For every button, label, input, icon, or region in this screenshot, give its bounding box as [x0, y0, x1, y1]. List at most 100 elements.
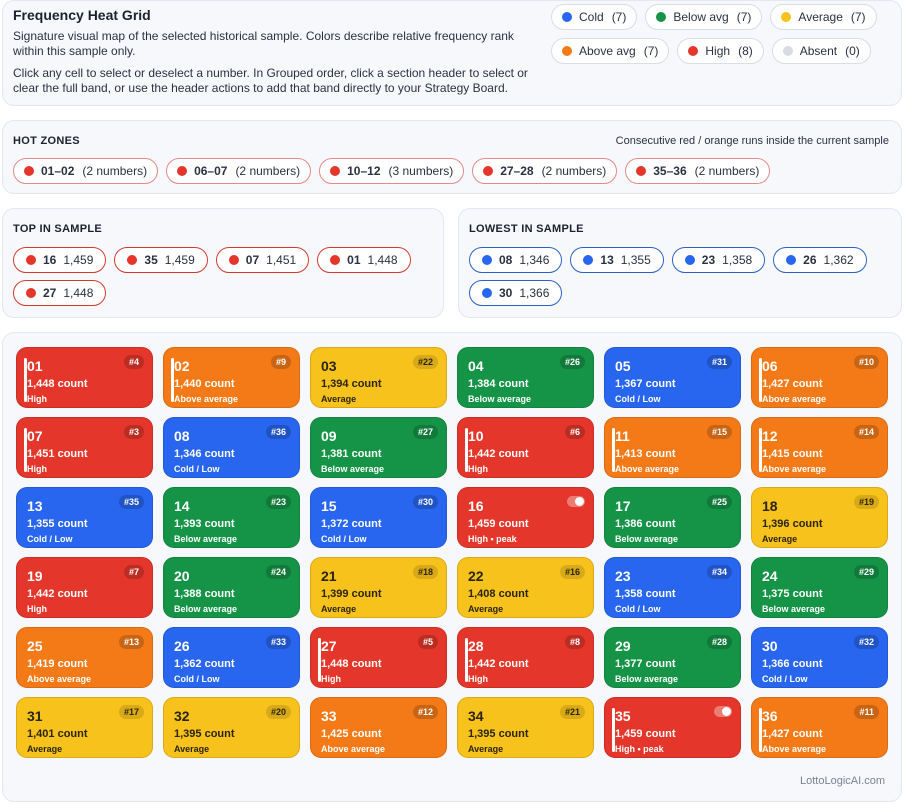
cell-band-label: Above average	[762, 394, 827, 404]
number-cell-19[interactable]: 19 1,442 count High #7	[16, 557, 153, 618]
cell-rank-badge: #3	[123, 425, 144, 439]
cell-count: 1,396 count	[762, 518, 823, 530]
top-in-sample-chip[interactable]: 01 1,448	[317, 247, 411, 273]
number-cell-01[interactable]: 01 1,448 count High #4	[16, 347, 153, 408]
number-cell-32[interactable]: 32 1,395 count Average #20	[163, 697, 300, 758]
cell-rank-badge: #5	[417, 635, 438, 649]
cell-band-label: Average	[321, 604, 357, 614]
hot-zone-chip[interactable]: 10–12 (3 numbers)	[319, 158, 465, 184]
cell-rank-badge: #16	[559, 565, 585, 579]
number-cell-24[interactable]: 24 1,375 count Below average #29	[751, 557, 888, 618]
hot-zone-chip[interactable]: 01–02 (2 numbers)	[13, 158, 159, 184]
legend-count: (0)	[845, 44, 860, 58]
number-cell-02[interactable]: 02 1,440 count Above average #9	[163, 347, 300, 408]
number-cell-07[interactable]: 07 1,451 count High #3	[16, 417, 153, 478]
cell-count: 1,366 count	[762, 658, 823, 670]
number-cell-25[interactable]: 25 1,419 count Above average #13	[16, 627, 153, 688]
number-cell-22[interactable]: 22 1,408 count Average #16	[457, 557, 594, 618]
cell-rank-badge: #13	[118, 635, 144, 649]
cell-number: 05	[615, 358, 631, 374]
number-cell-36[interactable]: 36 1,427 count Above average #11	[751, 697, 888, 758]
cell-rank-badge: #27	[412, 425, 438, 439]
top-in-sample-chip[interactable]: 07 1,451	[215, 247, 310, 273]
cell-count: 1,362 count	[174, 658, 235, 670]
blue-dot-icon	[684, 255, 695, 265]
cell-rank-badge: #33	[265, 635, 291, 649]
number-cell-16[interactable]: 16 1,459 count High • peak	[457, 487, 594, 548]
hot-zone-chip[interactable]: 35–36 (2 numbers)	[625, 158, 771, 184]
number-cell-15[interactable]: 15 1,372 count Cold / Low #30	[310, 487, 447, 548]
cell-number: 26	[174, 638, 190, 654]
top-in-sample-chip[interactable]: 27 1,448	[13, 280, 107, 306]
legend-chip-above-avg[interactable]: Above avg (7)	[551, 38, 670, 64]
cell-rank-badge: #25	[706, 495, 732, 509]
number-cell-21[interactable]: 21 1,399 count Average #18	[310, 557, 447, 618]
hot-zones-panel: HOT ZONES Consecutive red / orange runs …	[2, 120, 902, 194]
number-cell-05[interactable]: 05 1,367 count Cold / Low #31	[604, 347, 741, 408]
number-cell-18[interactable]: 18 1,396 count Average #19	[751, 487, 888, 548]
cell-number: 36	[762, 708, 778, 724]
chip-number: 13	[600, 253, 614, 267]
number-cell-13[interactable]: 13 1,355 count Cold / Low #35	[16, 487, 153, 548]
number-cell-11[interactable]: 11 1,413 count Above average #15	[604, 417, 741, 478]
legend-count: (7)	[611, 10, 627, 24]
peak-toggle-icon	[714, 706, 732, 717]
number-cell-30[interactable]: 30 1,366 count Cold / Low #32	[751, 627, 888, 688]
cell-rank-badge: #29	[853, 565, 879, 579]
chip-number: 07	[245, 253, 260, 267]
cell-number: 16	[468, 498, 484, 514]
number-cell-33[interactable]: 33 1,425 count Above average #12	[310, 697, 447, 758]
cell-count: 1,388 count	[174, 588, 235, 600]
number-cell-10[interactable]: 10 1,442 count High #6	[457, 417, 594, 478]
lowest-in-sample-chip[interactable]: 23 1,358	[671, 247, 766, 273]
legend-chip-cold[interactable]: Cold (7)	[551, 4, 638, 30]
number-cell-26[interactable]: 26 1,362 count Cold / Low #33	[163, 627, 300, 688]
number-cell-20[interactable]: 20 1,388 count Below average #24	[163, 557, 300, 618]
chip-value: 1,451	[266, 253, 297, 267]
legend-chip-average[interactable]: Average (7)	[770, 4, 877, 30]
number-cell-35[interactable]: 35 1,459 count High • peak	[604, 697, 741, 758]
number-cell-12[interactable]: 12 1,415 count Above average #14	[751, 417, 888, 478]
cell-count: 1,413 count	[615, 448, 676, 460]
number-cell-28[interactable]: 28 1,442 count High #8	[457, 627, 594, 688]
cell-number: 01	[27, 358, 43, 374]
top-in-sample-chip[interactable]: 35 1,459	[114, 247, 208, 273]
hot-zone-chip[interactable]: 06–07 (2 numbers)	[166, 158, 312, 184]
lowest-in-sample-chip[interactable]: 08 1,346	[469, 247, 563, 273]
number-cell-06[interactable]: 06 1,427 count Above average #10	[751, 347, 888, 408]
number-cell-08[interactable]: 08 1,346 count Cold / Low #36	[163, 417, 300, 478]
legend-chip-high[interactable]: High (8)	[677, 38, 764, 64]
number-cell-27[interactable]: 27 1,448 count High #5	[310, 627, 447, 688]
cell-band-label: Below average	[468, 394, 532, 404]
legend-label: High	[705, 44, 731, 58]
cell-number: 35	[615, 708, 631, 724]
hot-zones-note: Consecutive red / orange runs inside the…	[615, 135, 889, 147]
number-cell-34[interactable]: 34 1,395 count Average #21	[457, 697, 594, 758]
cell-band-label: Below average	[615, 534, 679, 544]
lowest-in-sample-chip[interactable]: 26 1,362	[773, 247, 867, 273]
cell-count: 1,442 count	[468, 658, 529, 670]
number-cell-09[interactable]: 09 1,381 count Below average #27	[310, 417, 447, 478]
number-cell-31[interactable]: 31 1,401 count Average #17	[16, 697, 153, 758]
red-dot-icon	[26, 288, 36, 298]
legend-dot-icon	[562, 12, 572, 22]
number-cell-04[interactable]: 04 1,384 count Below average #26	[457, 347, 594, 408]
number-cell-23[interactable]: 23 1,358 count Cold / Low #34	[604, 557, 741, 618]
cell-band-label: High	[321, 674, 341, 684]
legend-chip-absent[interactable]: Absent (0)	[771, 38, 871, 64]
cell-band-label: Above average	[321, 744, 386, 754]
top-in-sample-chip[interactable]: 16 1,459	[13, 247, 107, 273]
legend-chip-below-avg[interactable]: Below avg (7)	[645, 4, 763, 30]
cell-band-label: Cold / Low	[321, 534, 367, 544]
cell-rank-badge: #34	[706, 565, 732, 579]
cell-count: 1,459 count	[468, 518, 529, 530]
lowest-in-sample-chip[interactable]: 13 1,355	[570, 247, 664, 273]
hot-zone-count: (2 numbers)	[541, 164, 607, 178]
number-cell-14[interactable]: 14 1,393 count Below average #23	[163, 487, 300, 548]
number-cell-03[interactable]: 03 1,394 count Average #22	[310, 347, 447, 408]
lowest-in-sample-chip[interactable]: 30 1,366	[469, 280, 563, 306]
number-cell-17[interactable]: 17 1,386 count Below average #25	[604, 487, 741, 548]
number-cell-29[interactable]: 29 1,377 count Below average #28	[604, 627, 741, 688]
hot-zone-chip[interactable]: 27–28 (2 numbers)	[472, 158, 618, 184]
cell-band-label: Cold / Low	[174, 464, 220, 474]
